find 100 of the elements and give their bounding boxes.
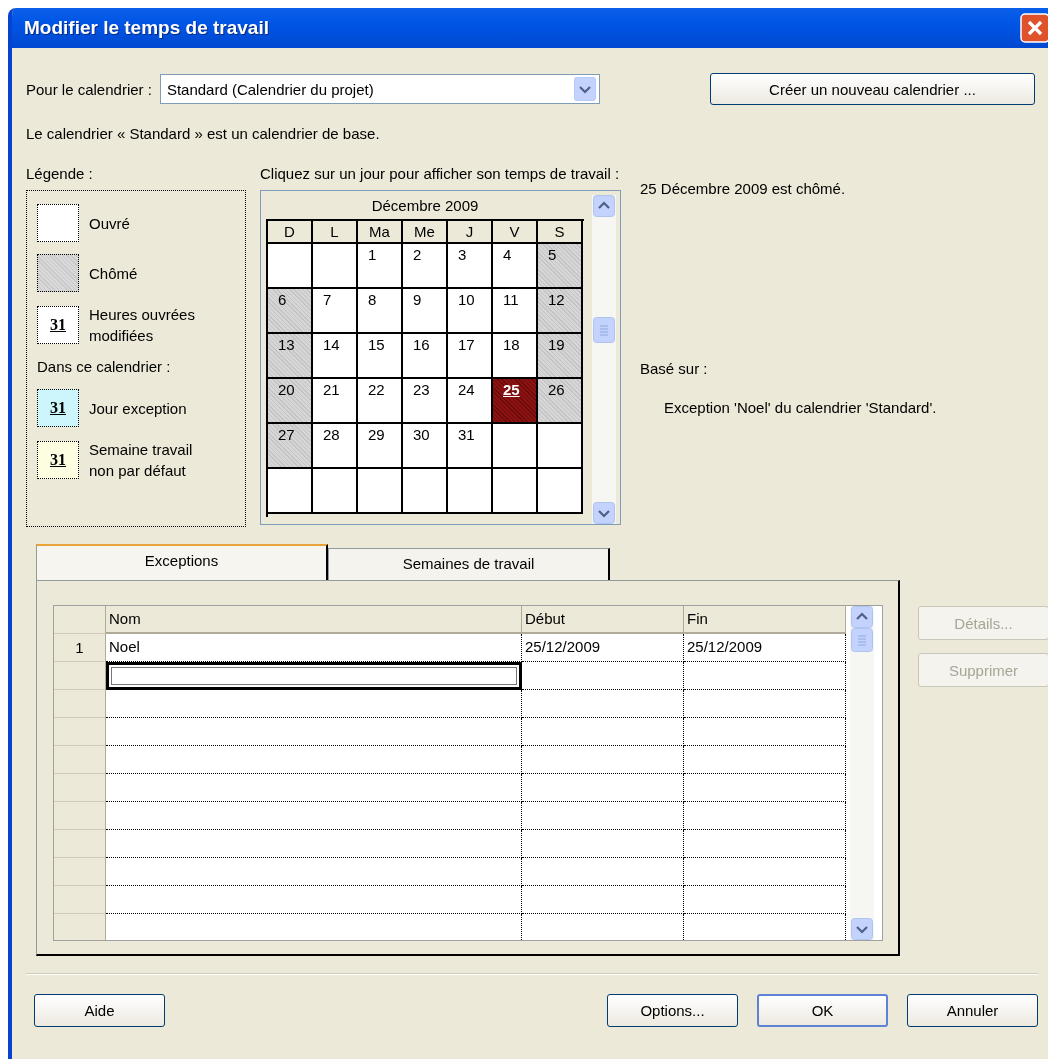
- table-cell[interactable]: [684, 830, 846, 858]
- calendar-day[interactable]: 5: [538, 244, 583, 289]
- calendar-day[interactable]: 28: [313, 424, 358, 469]
- scroll-up-icon[interactable]: [851, 606, 873, 628]
- calendar-day[interactable]: 16: [403, 334, 448, 379]
- table-cell[interactable]: 25/12/2009: [684, 634, 846, 662]
- calendar-day[interactable]: [268, 469, 313, 514]
- scroll-down-icon[interactable]: [593, 502, 615, 524]
- calendar-day[interactable]: 22: [358, 379, 403, 424]
- calendar-day[interactable]: 15: [358, 334, 403, 379]
- weekday-header: D: [268, 221, 313, 244]
- table-cell[interactable]: [522, 886, 684, 914]
- calendar-day[interactable]: 2: [403, 244, 448, 289]
- calendar-day[interactable]: 11: [493, 289, 538, 334]
- table-cell[interactable]: [106, 746, 522, 774]
- calendar-dropdown[interactable]: Standard (Calendrier du projet): [159, 74, 600, 104]
- dialog-button[interactable]: OK: [757, 994, 888, 1027]
- calendar-day[interactable]: [403, 469, 448, 514]
- calendar-day[interactable]: 3: [448, 244, 493, 289]
- row-header[interactable]: 1: [54, 634, 106, 662]
- close-icon[interactable]: [1020, 13, 1048, 43]
- table-cell[interactable]: [684, 718, 846, 746]
- calendar-day[interactable]: [313, 469, 358, 514]
- table-cell[interactable]: [684, 662, 846, 690]
- table-cell[interactable]: [684, 746, 846, 774]
- scrollbar[interactable]: [592, 195, 616, 524]
- calendar-day[interactable]: 9: [403, 289, 448, 334]
- calendar-day[interactable]: 27: [268, 424, 313, 469]
- legend-swatch: [37, 204, 79, 242]
- table-cell[interactable]: [684, 774, 846, 802]
- table-cell[interactable]: Noel: [106, 634, 522, 662]
- calendar-day[interactable]: 14: [313, 334, 358, 379]
- column-header[interactable]: Début: [522, 606, 684, 634]
- calendar-day[interactable]: [313, 244, 358, 289]
- calendar-day[interactable]: 30: [403, 424, 448, 469]
- calendar-day[interactable]: 7: [313, 289, 358, 334]
- calendar-day[interactable]: 1: [358, 244, 403, 289]
- table-cell[interactable]: [106, 690, 522, 718]
- table-cell[interactable]: [106, 718, 522, 746]
- table-cell[interactable]: [522, 858, 684, 886]
- calendar-day[interactable]: 10: [448, 289, 493, 334]
- table-cell[interactable]: [106, 858, 522, 886]
- calendar-day[interactable]: 4: [493, 244, 538, 289]
- month-title: Décembre 2009: [370, 196, 480, 216]
- calendar-day[interactable]: [493, 424, 538, 469]
- scroll-down-icon[interactable]: [851, 918, 873, 940]
- calendar-day[interactable]: 21: [313, 379, 358, 424]
- calendar-day[interactable]: [538, 424, 583, 469]
- scrollbar[interactable]: [850, 606, 874, 940]
- table-cell[interactable]: 25/12/2009: [522, 634, 684, 662]
- calendar-day[interactable]: 23: [403, 379, 448, 424]
- calendar-day[interactable]: 18: [493, 334, 538, 379]
- column-header[interactable]: Fin: [684, 606, 846, 634]
- new-calendar-button[interactable]: Créer un nouveau calendrier ...: [710, 73, 1035, 105]
- calendar-day[interactable]: 31: [448, 424, 493, 469]
- table-cell[interactable]: [106, 774, 522, 802]
- calendar-day[interactable]: [493, 469, 538, 514]
- calendar-day[interactable]: 29: [358, 424, 403, 469]
- tab[interactable]: Semaines de travail: [328, 548, 610, 580]
- based-on-label: Basé sur :: [640, 360, 709, 377]
- table-cell[interactable]: [522, 802, 684, 830]
- calendar-day[interactable]: 26: [538, 379, 583, 424]
- table-cell[interactable]: [684, 802, 846, 830]
- table-cell[interactable]: [106, 886, 522, 914]
- weekday-header: L: [313, 221, 358, 244]
- column-header[interactable]: Nom: [106, 606, 522, 634]
- weekday-header: V: [493, 221, 538, 244]
- dialog-button[interactable]: Aide: [34, 994, 165, 1027]
- table-cell[interactable]: [522, 774, 684, 802]
- table-cell[interactable]: [106, 830, 522, 858]
- table-cell[interactable]: [684, 690, 846, 718]
- day-status: 25 Décembre 2009 est chômé.: [640, 180, 847, 197]
- table-cell[interactable]: [106, 802, 522, 830]
- tab[interactable]: Exceptions: [36, 544, 328, 580]
- dialog-button[interactable]: Annuler: [907, 994, 1038, 1027]
- scroll-up-icon[interactable]: [593, 195, 615, 217]
- table-cell[interactable]: [522, 662, 684, 690]
- calendar-day[interactable]: 12: [538, 289, 583, 334]
- table-cell[interactable]: [522, 690, 684, 718]
- calendar-day[interactable]: [268, 244, 313, 289]
- table-cell[interactable]: [522, 718, 684, 746]
- calendar-day[interactable]: 24: [448, 379, 493, 424]
- table-cell[interactable]: [106, 662, 522, 690]
- calendar-day[interactable]: 13: [268, 334, 313, 379]
- table-cell[interactable]: [684, 886, 846, 914]
- dialog-button[interactable]: Options...: [607, 994, 738, 1027]
- table-cell[interactable]: [522, 746, 684, 774]
- calendar-day[interactable]: [538, 469, 583, 514]
- calendar-day[interactable]: 8: [358, 289, 403, 334]
- calendar-day[interactable]: 20: [268, 379, 313, 424]
- calendar-day[interactable]: 19: [538, 334, 583, 379]
- table-cell[interactable]: [684, 858, 846, 886]
- scroll-thumb-icon[interactable]: [593, 317, 615, 343]
- table-cell[interactable]: [522, 830, 684, 858]
- calendar-day[interactable]: 17: [448, 334, 493, 379]
- calendar-day[interactable]: [448, 469, 493, 514]
- scroll-thumb-icon[interactable]: [851, 628, 873, 652]
- calendar-day[interactable]: 25: [493, 379, 538, 424]
- calendar-day[interactable]: [358, 469, 403, 514]
- calendar-day[interactable]: 6: [268, 289, 313, 334]
